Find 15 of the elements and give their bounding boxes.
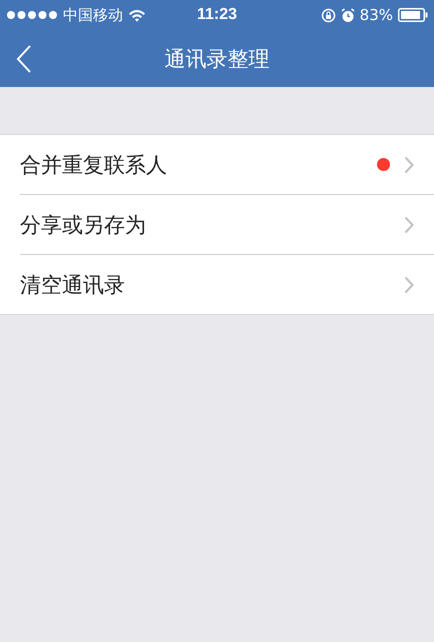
page-title: 通讯录整理 <box>164 46 270 72</box>
battery-percentage: 83% <box>360 6 394 24</box>
wifi-icon <box>128 8 146 22</box>
chevron-icon <box>404 156 414 174</box>
carrier-name: 中国移动 <box>63 6 123 24</box>
menu-item[interactable]: 合并重复联系人 <box>20 135 434 194</box>
signal-icon <box>6 10 58 20</box>
status-time: 11:23 <box>196 6 238 24</box>
menu-item[interactable]: 清空通讯录 <box>20 254 434 314</box>
chevron-icon <box>404 216 414 234</box>
rotation-lock-icon <box>320 8 336 22</box>
battery-icon <box>398 8 428 22</box>
chevron-icon <box>404 276 414 294</box>
alarm-clock-icon <box>340 8 355 22</box>
menu-item[interactable]: 分享或另存为 <box>20 194 434 254</box>
